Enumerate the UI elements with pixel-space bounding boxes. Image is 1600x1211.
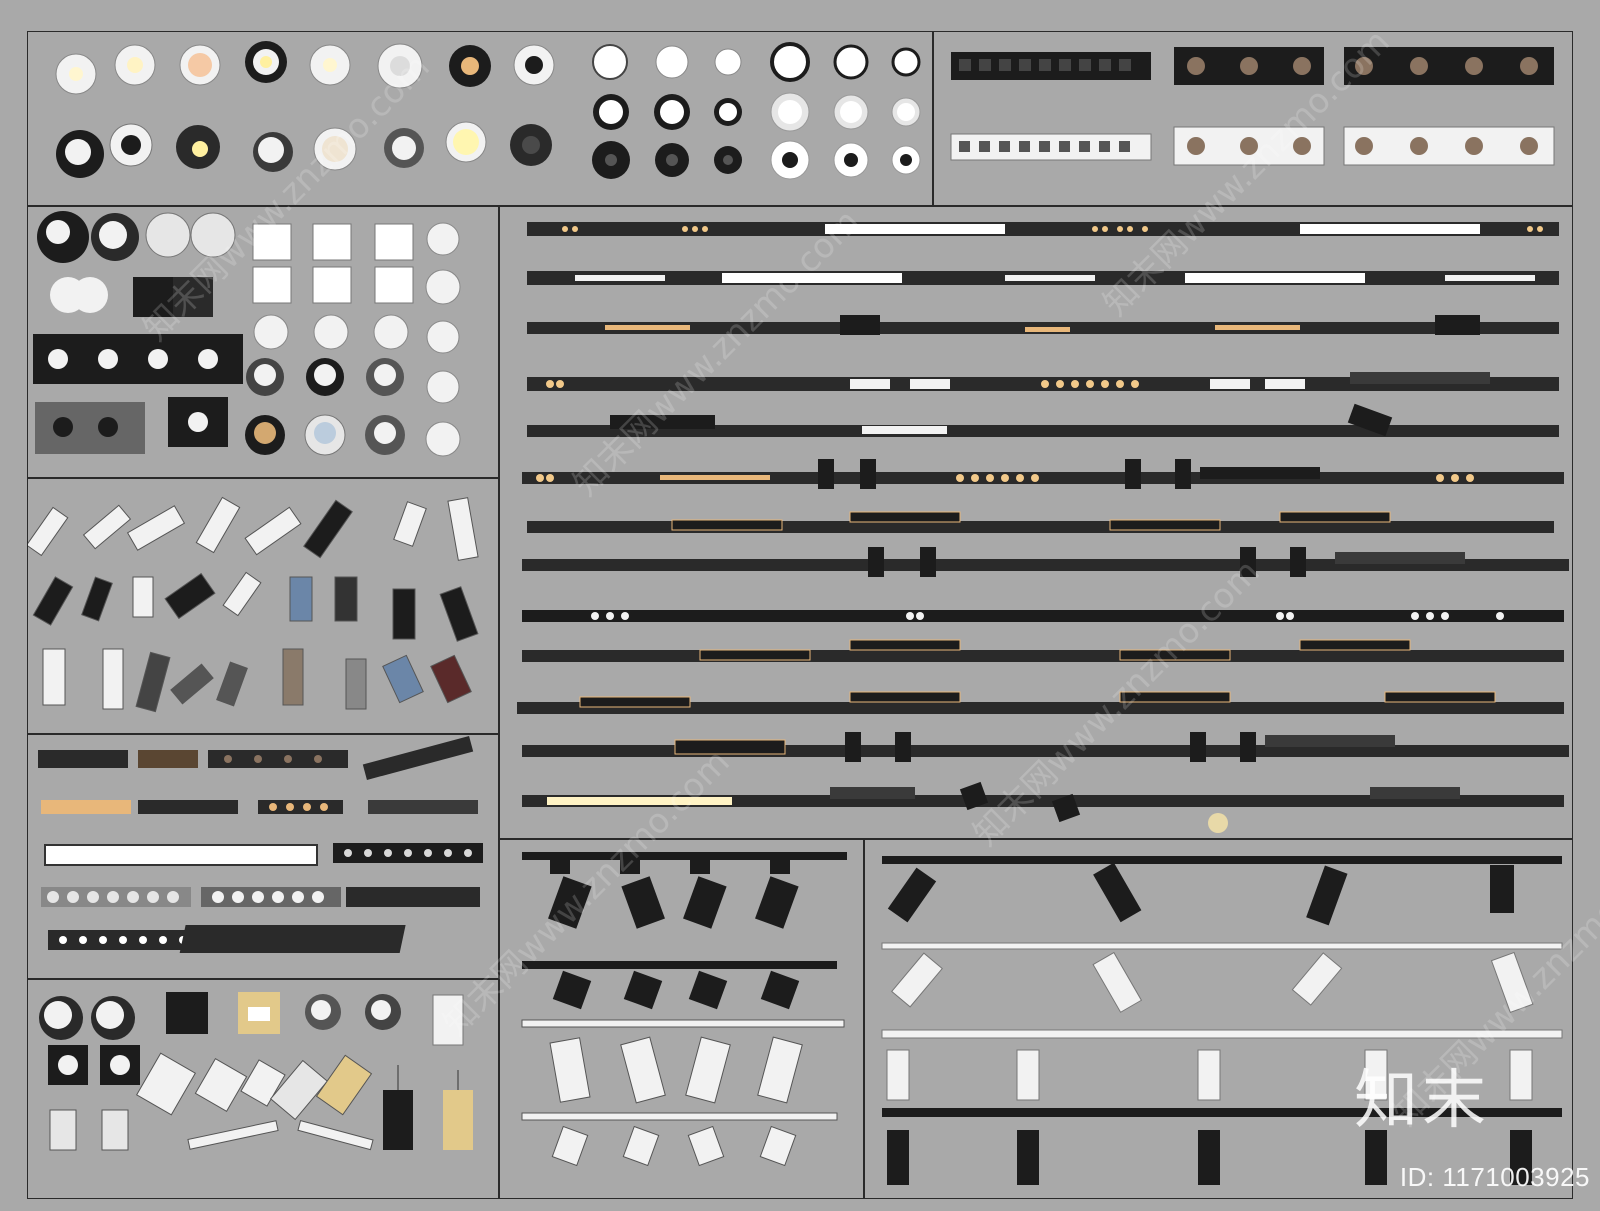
track-rail-10 [522,639,1564,662]
catalog-sheet: 知末网www.znzmo.com 知末网www.znzmo.com 知末网www… [0,0,1600,1211]
linear-modules-drawing [38,736,483,953]
track-rail-6 [522,459,1564,489]
black-track-rails-drawing [521,852,847,1167]
track-rail-2 [527,271,1559,285]
panel-linear-modules [27,734,499,979]
panel-surface-cylinder-lights [27,206,499,478]
track-rail-4 [527,372,1559,391]
track-rail-1 [527,222,1559,236]
track-rail-9 [522,610,1564,622]
panel-track-spotlights [27,478,499,734]
panel-large-track-rails [864,839,1573,1199]
panel-black-track-rails [499,839,864,1199]
image-id: ID: 1171003925 [1399,1162,1590,1192]
panel-linear-grille-lights [933,31,1573,206]
downlight-row-2 [56,92,921,180]
large-track-rails-drawing [881,856,1563,1185]
surface-cylinders-drawing [33,211,461,457]
panel-round-downlights [27,31,933,206]
track-rail-13 [522,781,1564,833]
panel-misc-fixtures [27,979,499,1199]
track-spotlights-drawing [28,496,479,713]
linear-grille-drawing [950,47,1555,166]
track-rail-3 [527,315,1559,335]
round-downlights-drawing [55,41,921,180]
misc-fixtures-drawing [39,992,473,1151]
magnetic-tracks-drawing [517,222,1569,833]
track-rail-12 [522,732,1569,762]
brand-mark: 知末 [1354,1064,1490,1138]
track-rail-11 [517,691,1564,714]
track-rail-8 [522,547,1569,577]
track-rail-5 [527,403,1559,437]
panel-magnetic-track-system [499,206,1573,839]
track-rail-7 [527,511,1554,533]
downlight-row-1 [55,41,921,95]
